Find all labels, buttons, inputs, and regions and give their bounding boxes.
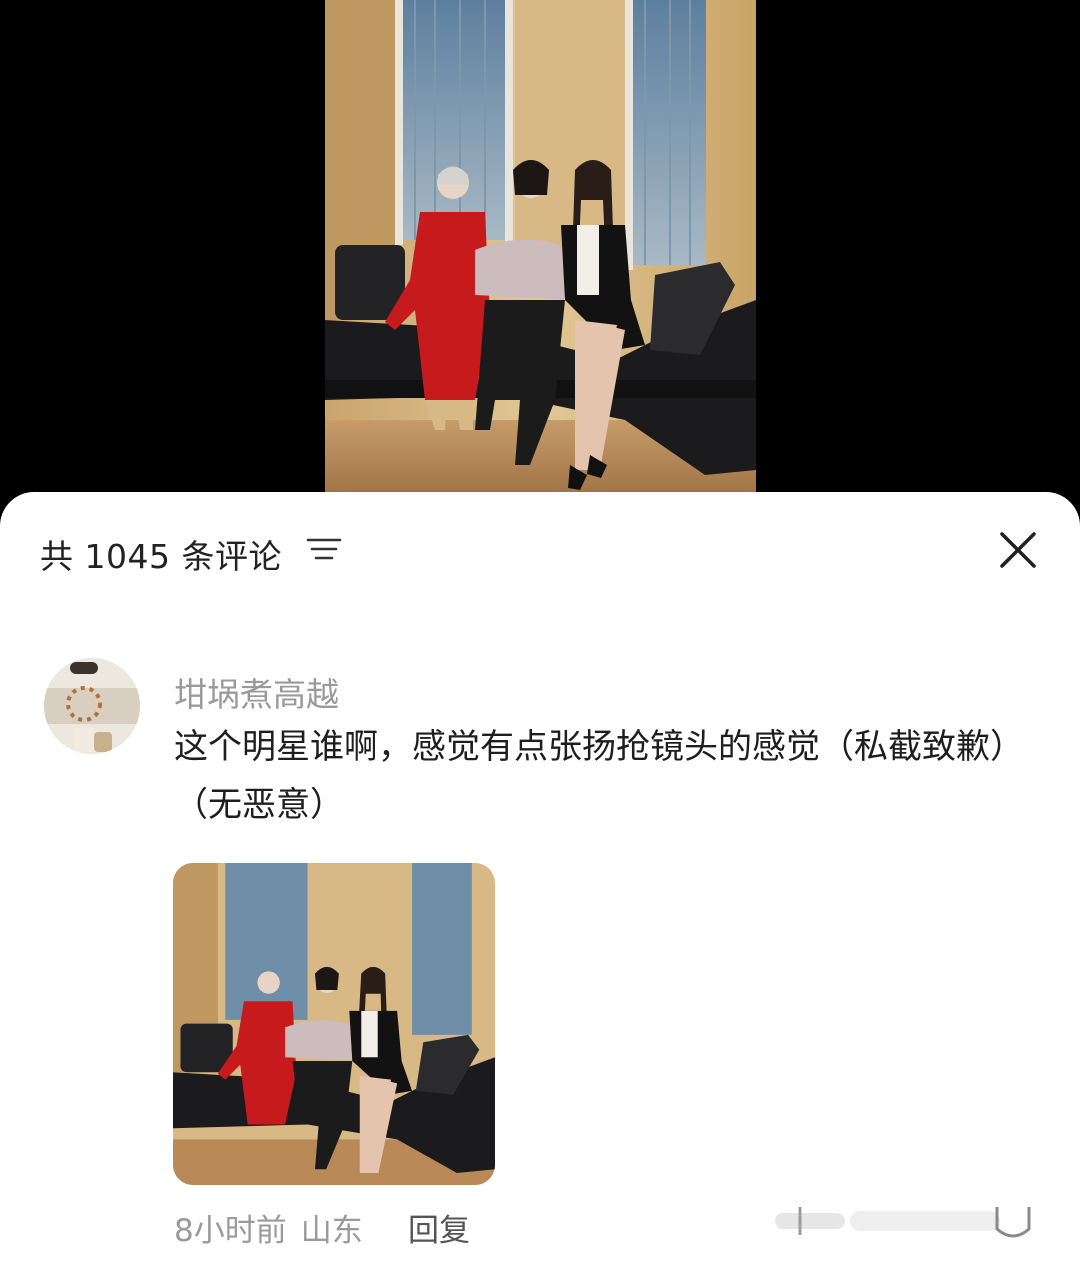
comment-username[interactable]: 坩埚煮高越: [174, 668, 339, 716]
close-icon: [1000, 532, 1036, 568]
post-photo[interactable]: [325, 0, 756, 492]
comment-image[interactable]: [173, 863, 495, 1185]
close-button[interactable]: [994, 526, 1042, 574]
comment-text: 这个明星谁啊，感觉有点张扬抢镜头的感觉（私截致歉）（无恶意）: [174, 727, 1024, 825]
comment-sheet-screen: 共 1045 条评论 坩埚煮高越 这个明星谁啊，感觉有点张扬抢镜头的感觉（私截致…: [0, 0, 1080, 1266]
comment-image-art: [173, 863, 495, 1185]
reply-button[interactable]: 回复: [408, 1205, 470, 1250]
post-photo-art: [325, 0, 756, 492]
comment-meta: 8小时前 山东: [174, 1205, 363, 1250]
sort-lines-icon[interactable]: [306, 536, 342, 562]
redacted-actions: [775, 1207, 1031, 1238]
comment-count-title: 共 1045 条评论: [40, 537, 282, 576]
comments-panel: 共 1045 条评论 坩埚煮高越 这个明星谁啊，感觉有点张扬抢镜头的感觉（私截致…: [0, 492, 1080, 1266]
comment-location: 山东: [300, 1213, 363, 1249]
comments-header: 共 1045 条评论: [0, 492, 1080, 612]
avatar[interactable]: [44, 658, 140, 754]
avatar-image: [44, 658, 140, 754]
comment-time: 8小时前: [174, 1213, 287, 1249]
